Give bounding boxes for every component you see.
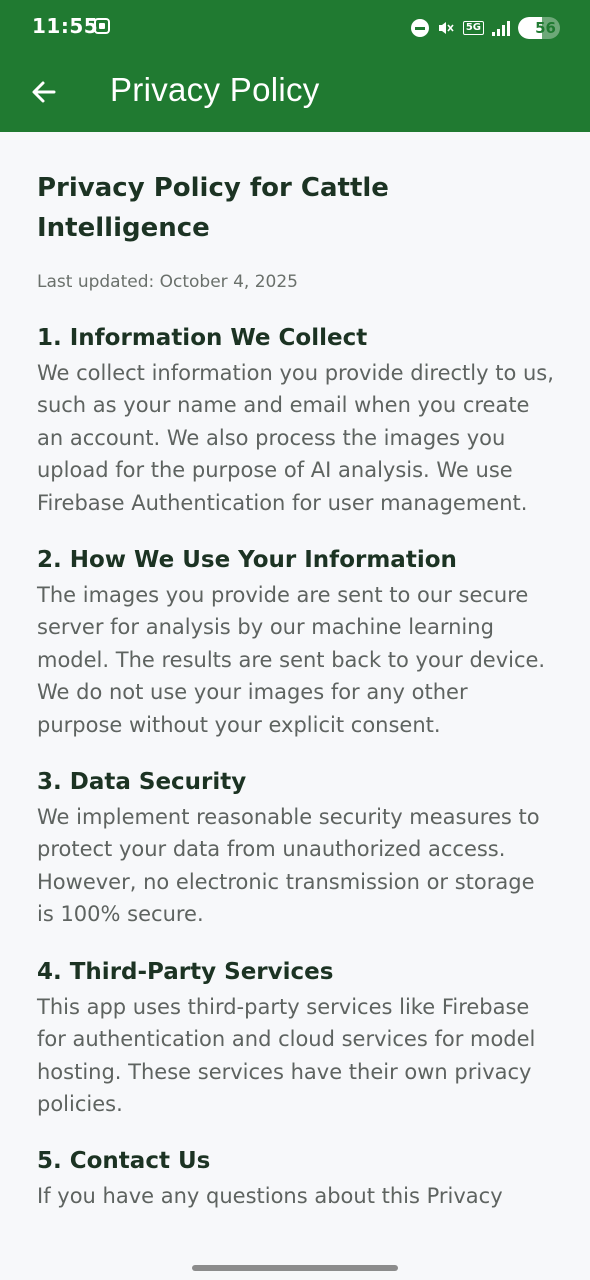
battery-icon: 56 (518, 17, 560, 39)
policy-section: 5. Contact Us If you have any questions … (37, 1144, 557, 1212)
policy-section: 2. How We Use Your Information The image… (37, 543, 557, 741)
status-time: 11:55 (32, 14, 99, 38)
battery-level: 56 (535, 19, 556, 37)
screenshot-icon (94, 18, 110, 34)
policy-section: 3. Data Security We implement reasonable… (37, 765, 557, 931)
mute-icon (437, 19, 455, 37)
app-bar: Privacy Policy (0, 56, 590, 132)
home-indicator[interactable] (192, 1265, 398, 1271)
network-5g-icon: 5G (462, 21, 484, 35)
status-bar: 11:55 5G 56 (0, 0, 590, 56)
signal-icon (492, 20, 510, 36)
section-heading: 5. Contact Us (37, 1148, 211, 1175)
status-icons: 5G 56 (410, 15, 560, 41)
last-updated: Last updated: October 4, 2025 (37, 272, 298, 292)
back-button[interactable] (22, 70, 66, 114)
policy-section: 4. Third-Party Services This app uses th… (37, 955, 557, 1121)
section-body: We implement reasonable security measure… (37, 805, 540, 927)
section-heading: 2. How We Use Your Information (37, 547, 457, 574)
section-heading: 3. Data Security (37, 769, 247, 796)
policy-section: 1. Information We Collect We collect inf… (37, 321, 557, 519)
section-body: This app uses third-party services like … (37, 994, 536, 1116)
arrow-left-icon (32, 81, 56, 103)
section-body: We collect information you provide direc… (37, 361, 554, 515)
page-title: Privacy Policy (110, 71, 320, 108)
section-heading: 4. Third-Party Services (37, 958, 334, 985)
section-heading: 1. Information We Collect (37, 325, 368, 351)
section-body: If you have any questions about this Pri… (37, 1184, 503, 1209)
do-not-disturb-icon (410, 19, 429, 37)
policy-content: Privacy Policy for Cattle Intelligence L… (37, 168, 557, 1213)
section-body: The images you provide are sent to our s… (37, 583, 546, 737)
policy-title: Privacy Policy for Cattle Intelligence (37, 173, 389, 243)
